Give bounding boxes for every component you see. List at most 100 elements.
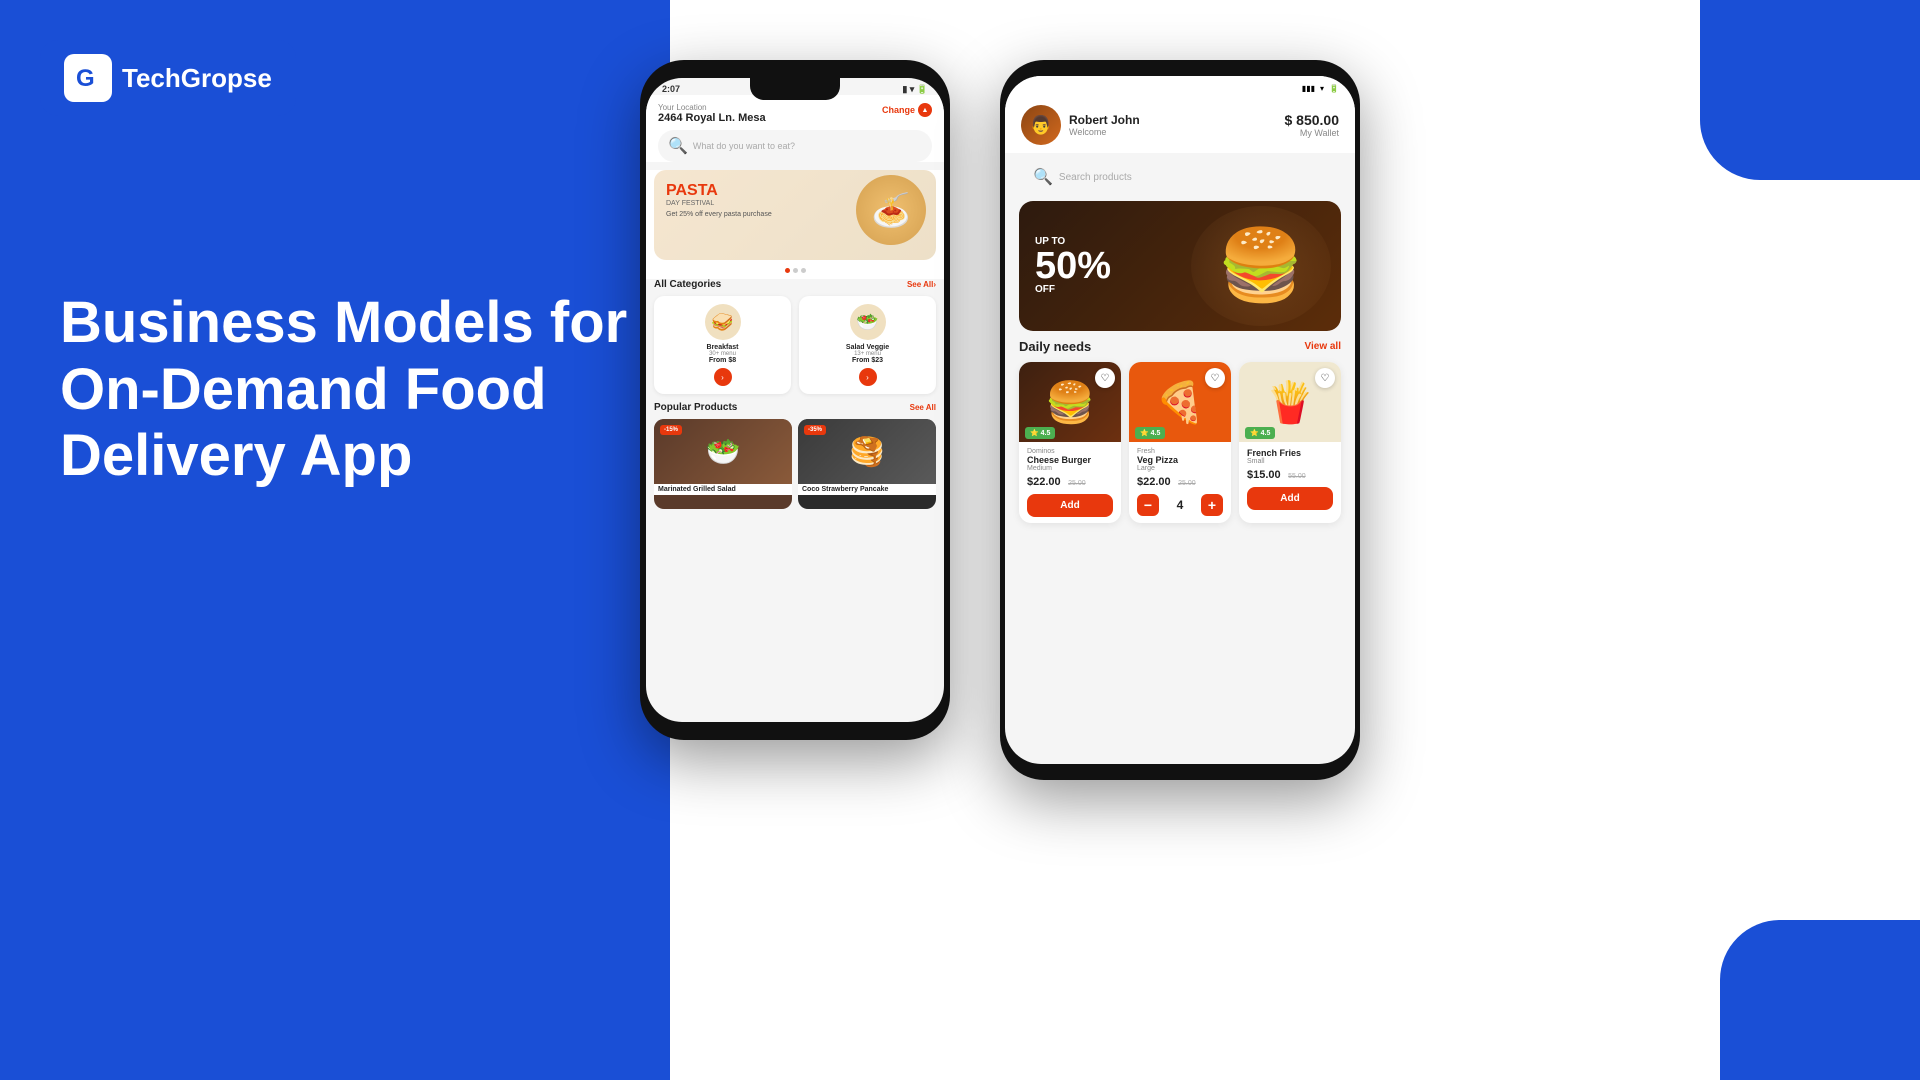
- category-salad[interactable]: 🥗 Salad Veggie 13+ menu From $23 ›: [799, 296, 936, 394]
- categories-section: All Categories See All › 🥪 Breakfast 30+…: [646, 279, 944, 517]
- dot-2: [793, 268, 798, 273]
- user-welcome: Welcome: [1069, 127, 1140, 137]
- pizza-info: Fresh Veg Pizza Large $22.00 25.00 − 4 +: [1129, 442, 1231, 522]
- phone1-screen: 2:07 ▮ ▾ 🔋 Your Location 2464 Royal Ln. …: [646, 78, 944, 722]
- phone2-battery: 🔋: [1329, 84, 1339, 93]
- fries-heart-btn[interactable]: ♡: [1315, 368, 1335, 388]
- pizza-qty-minus[interactable]: −: [1137, 494, 1159, 516]
- svg-text:G: G: [76, 65, 95, 92]
- dot-1: [785, 268, 790, 273]
- hero-banner: UP TO 50% OFF 🍔: [1019, 201, 1341, 331]
- fries-pricing: $15.00 55.00: [1247, 465, 1333, 483]
- user-info: 👨 Robert John Welcome: [1021, 105, 1140, 145]
- phone2-search-icon: 🔍: [1033, 167, 1053, 187]
- location-address: 2464 Royal Ln. Mesa: [658, 112, 766, 124]
- pizza-qty-plus[interactable]: +: [1201, 494, 1223, 516]
- burger-heart-btn[interactable]: ♡: [1095, 368, 1115, 388]
- hero-burger-image: 🍔: [1191, 206, 1331, 326]
- pizza-name: Veg Pizza: [1137, 455, 1223, 465]
- daily-needs-section: Daily needs View all 🍔 ♡ ⭐ 4.5 Dominos C…: [1005, 339, 1355, 523]
- popular-row: -15% 🥗 Marinated Grilled Salad -35% 🥞 Co…: [654, 419, 936, 509]
- burger-size: Medium: [1027, 465, 1113, 472]
- pizza-store: Fresh: [1137, 448, 1223, 455]
- banner-dots: [654, 268, 936, 273]
- categories-title: All Categories: [654, 279, 721, 290]
- salad-arrow: ›: [859, 368, 877, 386]
- popular-header: Popular Products See All: [654, 402, 936, 413]
- burger-add-button[interactable]: Add: [1027, 494, 1113, 517]
- product-cheese-burger: 🍔 ♡ ⭐ 4.5 Dominos Cheese Burger Medium $…: [1019, 362, 1121, 523]
- salad-icon: 🥗: [850, 304, 886, 340]
- fries-info: French Fries Small $15.00 55.00 Add: [1239, 442, 1341, 516]
- burger-pricing: $22.00 25.00: [1027, 472, 1113, 490]
- breakfast-arrow: ›: [714, 368, 732, 386]
- user-avatar: 👨: [1021, 105, 1061, 145]
- product-french-fries: 🍟 ♡ ⭐ 4.5 French Fries Small $15.00 55.0…: [1239, 362, 1341, 523]
- burger-store: Dominos: [1027, 448, 1113, 455]
- categories-see-all[interactable]: See All ›: [907, 280, 936, 289]
- banner-food-image: 🍝: [856, 175, 926, 245]
- hero-section: Business Models for On-Demand Food Deliv…: [60, 290, 640, 490]
- hero-banner-badge: UP TO 50% OFF: [1035, 237, 1111, 295]
- popular-title: Popular Products: [654, 402, 737, 413]
- search-icon: 🔍: [668, 136, 688, 156]
- fries-add-button[interactable]: Add: [1247, 487, 1333, 510]
- wallet-info: $ 850.00 My Wallet: [1285, 112, 1340, 138]
- burger-price: $22.00: [1027, 476, 1061, 488]
- breakfast-name: Breakfast: [664, 344, 781, 351]
- breakfast-price: From $8: [664, 357, 781, 364]
- phone2-user-header: 👨 Robert John Welcome $ 850.00 My Wallet: [1005, 97, 1355, 153]
- phone1-icons: ▮ ▾ 🔋: [902, 84, 928, 95]
- view-all-button[interactable]: View all: [1304, 341, 1341, 352]
- location-info: Your Location 2464 Royal Ln. Mesa: [658, 103, 766, 124]
- salad-name: Salad Veggie: [809, 344, 926, 351]
- pizza-size: Large: [1137, 465, 1223, 472]
- popular-see-all[interactable]: See All: [910, 403, 936, 412]
- breakfast-icon: 🥪: [705, 304, 741, 340]
- phone2-search[interactable]: 🔍 Search products: [1019, 159, 1341, 195]
- phone1-notch: [750, 78, 840, 100]
- discount-badge-2: -35%: [804, 425, 826, 435]
- pizza-qty-control: − 4 +: [1137, 494, 1223, 516]
- popular-item-2[interactable]: -35% 🥞 Coco Strawberry Pancake: [798, 419, 936, 509]
- bg-top-right: [1700, 0, 1920, 180]
- pizza-pricing: $22.00 25.00: [1137, 472, 1223, 490]
- fries-price: $15.00: [1247, 469, 1281, 481]
- location-label: Your Location: [658, 103, 766, 112]
- burger-old-price: 25.00: [1068, 480, 1086, 487]
- phone1: 2:07 ▮ ▾ 🔋 Your Location 2464 Royal Ln. …: [640, 60, 950, 740]
- logo-icon: G: [64, 54, 112, 102]
- phone2-status-bar: ▮▮▮ ▾ 🔋: [1005, 76, 1355, 97]
- pizza-price: $22.00: [1137, 476, 1171, 488]
- popular-name-2: Coco Strawberry Pancake: [798, 484, 936, 495]
- phone1-header-content: Your Location 2464 Royal Ln. Mesa Change…: [646, 95, 944, 162]
- discount-badge-1: -15%: [660, 425, 682, 435]
- salad-price: From $23: [809, 357, 926, 364]
- daily-needs-header: Daily needs View all: [1019, 339, 1341, 354]
- bg-bottom-right: [1720, 920, 1920, 1080]
- fries-rating: ⭐ 4.5: [1245, 427, 1275, 439]
- phone1-search-bar[interactable]: 🔍 What do you want to eat?: [658, 130, 932, 162]
- category-breakfast[interactable]: 🥪 Breakfast 30+ menu From $8 ›: [654, 296, 791, 394]
- phone2-search-placeholder: Search products: [1059, 172, 1132, 183]
- fries-old-price: 55.00: [1288, 473, 1306, 480]
- product-veg-pizza: 🍕 ♡ ⭐ 4.5 Fresh Veg Pizza Large $22.00 2…: [1129, 362, 1231, 523]
- burger-info: Dominos Cheese Burger Medium $22.00 25.0…: [1019, 442, 1121, 523]
- categories-header: All Categories See All ›: [654, 279, 936, 290]
- hero-title: Business Models for On-Demand Food Deliv…: [60, 290, 640, 490]
- categories-row: 🥪 Breakfast 30+ menu From $8 › 🥗 Salad V…: [654, 296, 936, 394]
- burger-rating: ⭐ 4.5: [1025, 427, 1055, 439]
- products-row: 🍔 ♡ ⭐ 4.5 Dominos Cheese Burger Medium $…: [1019, 362, 1341, 523]
- pizza-heart-btn[interactable]: ♡: [1205, 368, 1225, 388]
- dot-3: [801, 268, 806, 273]
- popular-item-1[interactable]: -15% 🥗 Marinated Grilled Salad: [654, 419, 792, 509]
- user-name: Robert John: [1069, 113, 1140, 127]
- fries-name: French Fries: [1247, 448, 1333, 458]
- popular-name-1: Marinated Grilled Salad: [654, 484, 792, 495]
- pizza-rating: ⭐ 4.5: [1135, 427, 1165, 439]
- phone2-wifi: ▾: [1320, 84, 1324, 93]
- promo-banner: PASTA DAY FESTIVAL Get 25% off every pas…: [654, 170, 936, 260]
- daily-needs-title: Daily needs: [1019, 339, 1091, 354]
- bg-left: [0, 0, 670, 1080]
- change-location-button[interactable]: Change ▲: [882, 103, 932, 117]
